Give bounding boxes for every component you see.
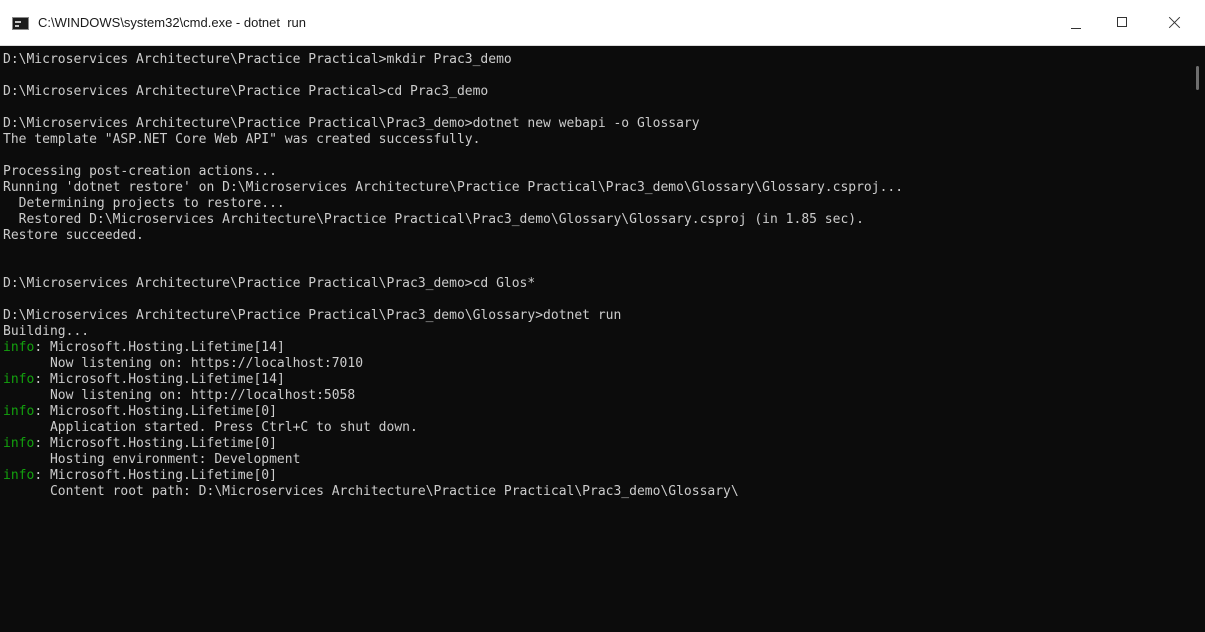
console-line: D:\Microservices Architecture\Practice P… [3, 116, 903, 132]
console-line: Running 'dotnet restore' on D:\Microserv… [3, 180, 903, 196]
close-icon [1168, 16, 1181, 29]
console-line-text: Now listening on: https://localhost:7010 [3, 356, 364, 371]
close-button[interactable] [1151, 0, 1197, 46]
console-line: D:\Microservices Architecture\Practice P… [3, 84, 903, 100]
log-level-label: info [3, 468, 35, 483]
vertical-scrollbar[interactable] [1190, 46, 1205, 632]
console-line: The template "ASP.NET Core Web API" was … [3, 132, 903, 148]
console-line: D:\Microservices Architecture\Practice P… [3, 308, 903, 324]
console-line: Restored D:\Microservices Architecture\P… [3, 212, 903, 228]
console-line: Now listening on: https://localhost:7010 [3, 356, 903, 372]
console-line: D:\Microservices Architecture\Practice P… [3, 52, 903, 68]
console-line-text: Now listening on: http://localhost:5058 [3, 388, 356, 403]
console-line: info: Microsoft.Hosting.Lifetime[14] [3, 340, 903, 356]
console-line-text: Building... [3, 324, 90, 339]
console-app-icon[interactable] [12, 17, 29, 30]
console-line: D:\Microservices Architecture\Practice P… [3, 276, 903, 292]
maximize-button[interactable] [1099, 0, 1145, 46]
console-line-text: : Microsoft.Hosting.Lifetime[0] [34, 404, 277, 419]
console-line-text: D:\Microservices Architecture\Practice P… [3, 84, 489, 99]
console-output[interactable]: D:\Microservices Architecture\Practice P… [0, 46, 1190, 632]
console-line-text: : Microsoft.Hosting.Lifetime[0] [34, 468, 277, 483]
terminal-window: C:\WINDOWS\system32\cmd.exe - dotnet run… [0, 0, 1205, 632]
console-line-text: D:\Microservices Architecture\Practice P… [3, 52, 512, 67]
scrollbar-thumb[interactable] [1196, 66, 1199, 90]
console-line: Hosting environment: Development [3, 452, 903, 468]
console-line: Application started. Press Ctrl+C to shu… [3, 420, 903, 436]
console-line: Processing post-creation actions... [3, 164, 903, 180]
log-level-label: info [3, 372, 35, 387]
minimize-icon [1071, 28, 1081, 29]
console-line: info: Microsoft.Hosting.Lifetime[14] [3, 372, 903, 388]
console-line-text: D:\Microservices Architecture\Practice P… [3, 308, 622, 323]
log-level-label: info [3, 404, 35, 419]
console-lines: D:\Microservices Architecture\Practice P… [3, 52, 903, 500]
console-line-text: Restored D:\Microservices Architecture\P… [3, 212, 864, 227]
console-line-text: Processing post-creation actions... [3, 164, 277, 179]
console-line: info: Microsoft.Hosting.Lifetime[0] [3, 468, 903, 484]
title-bar[interactable]: C:\WINDOWS\system32\cmd.exe - dotnet run [0, 0, 1205, 46]
console-line: Now listening on: http://localhost:5058 [3, 388, 903, 404]
maximize-icon [1117, 17, 1127, 27]
console-line-text: Running 'dotnet restore' on D:\Microserv… [3, 180, 904, 195]
console-line-text: Determining projects to restore... [3, 196, 285, 211]
console-line: Building... [3, 324, 903, 340]
console-line-text: D:\Microservices Architecture\Practice P… [3, 116, 700, 131]
console-line: Determining projects to restore... [3, 196, 903, 212]
window-title: C:\WINDOWS\system32\cmd.exe - dotnet run [38, 15, 307, 30]
console-line-text: Restore succeeded. [3, 228, 144, 243]
minimize-button[interactable] [1053, 0, 1099, 46]
console-line-text: D:\Microservices Architecture\Practice P… [3, 276, 536, 291]
console-line-text: Application started. Press Ctrl+C to shu… [3, 420, 418, 435]
log-level-label: info [3, 436, 35, 451]
log-level-label: info [3, 340, 35, 355]
console-line: Restore succeeded. [3, 228, 903, 244]
console-line: Content root path: D:\Microservices Arch… [3, 484, 903, 500]
console-line-text: The template "ASP.NET Core Web API" was … [3, 132, 481, 147]
console-line-text: : Microsoft.Hosting.Lifetime[14] [34, 340, 285, 355]
console-line: info: Microsoft.Hosting.Lifetime[0] [3, 436, 903, 452]
console-line-text: : Microsoft.Hosting.Lifetime[0] [34, 436, 277, 451]
console-line-text: Hosting environment: Development [3, 452, 301, 467]
console-line-text: Content root path: D:\Microservices Arch… [3, 484, 739, 499]
console-line: info: Microsoft.Hosting.Lifetime[0] [3, 404, 903, 420]
console-line-text: : Microsoft.Hosting.Lifetime[14] [34, 372, 285, 387]
